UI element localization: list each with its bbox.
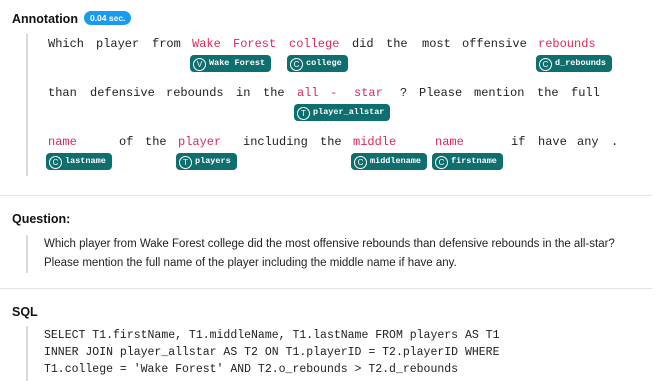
sql-line-2: INNER JOIN player_allstar AS T2 ON T1.pl… [44, 346, 500, 359]
token-entity: - [330, 86, 338, 100]
token: . [611, 135, 619, 149]
token-entity: Wake [192, 37, 221, 51]
schema-chip-column[interactable]: Cd_rebounds [536, 55, 613, 72]
schema-chip-column[interactable]: Clastname [46, 153, 112, 170]
question-title: Question: [12, 212, 71, 226]
chip-label: d_rebounds [555, 58, 607, 68]
question-quote-bar [26, 235, 28, 273]
token: mention [474, 86, 525, 100]
token-entity: player [178, 135, 222, 149]
annotation-heading: Annotation [12, 12, 78, 26]
token: in [236, 86, 251, 100]
chip-label: player_allstar [313, 107, 385, 117]
schema-chip-column[interactable]: Cmiddlename [351, 153, 428, 170]
chip-label: firstname [451, 156, 497, 166]
token: Please [419, 86, 463, 100]
column-icon: C [354, 156, 367, 169]
annotation-title: Annotation 0.04 sec. [12, 11, 132, 26]
annotation-line-3: name of the player including the middle … [0, 135, 660, 151]
token-entity: star [354, 86, 383, 100]
annotation-line-2: than defensive rebounds in the all - sta… [0, 86, 660, 102]
annotation-quote-bar [26, 34, 28, 176]
token-entity: Forest [233, 37, 277, 51]
token: from [152, 37, 181, 51]
sql-line-3: T1.college = 'Wake Forest' AND T2.o_rebo… [44, 363, 459, 376]
token: Which [48, 37, 85, 51]
sql-line-1: SELECT T1.firstName, T1.middleName, T1.l… [44, 329, 500, 342]
column-icon: C [49, 156, 62, 169]
token: the [263, 86, 285, 100]
token-entity: rebounds [538, 37, 596, 51]
token: have [538, 135, 567, 149]
token: of [119, 135, 134, 149]
token-entity: name [435, 135, 464, 149]
token: if [511, 135, 526, 149]
annotation-line-1: Which player from Wake Forest college di… [0, 37, 660, 53]
question-line-2: Please mention the full name of the play… [44, 257, 457, 269]
token: offensive [462, 37, 527, 51]
token: defensive [90, 86, 155, 100]
token: any [577, 135, 599, 149]
token-entity: name [48, 135, 77, 149]
schema-chip-table[interactable]: Tplayer_allstar [294, 104, 391, 121]
token: the [386, 37, 408, 51]
token-entity: college [289, 37, 340, 51]
column-icon: C [435, 156, 448, 169]
sql-title: SQL [12, 305, 38, 319]
schema-chip-table[interactable]: Tplayers [176, 153, 237, 170]
token: including [243, 135, 308, 149]
chip-label: players [195, 156, 231, 166]
chip-label: college [306, 58, 342, 68]
token: the [145, 135, 167, 149]
token: the [537, 86, 559, 100]
sql-quote-bar [26, 326, 28, 381]
schema-chip-value[interactable]: V Wake Forest [190, 55, 272, 72]
section-divider [0, 195, 652, 196]
token: rebounds [166, 86, 224, 100]
token: the [320, 135, 342, 149]
column-icon: C [290, 58, 303, 71]
question-line-1: Which player from Wake Forest college di… [44, 238, 615, 250]
schema-chip-column[interactable]: Cfirstname [432, 153, 503, 170]
chip-label: Wake Forest [209, 58, 266, 68]
token: most [422, 37, 451, 51]
chip-label: middlename [370, 156, 422, 166]
token: ? [400, 86, 408, 100]
section-divider [0, 288, 652, 289]
value-icon: V [193, 58, 206, 71]
column-icon: C [539, 58, 552, 71]
token-entity: all [297, 86, 319, 100]
token: did [352, 37, 374, 51]
token: than [48, 86, 77, 100]
token: full [571, 86, 600, 100]
timing-badge: 0.04 sec. [83, 11, 132, 25]
table-icon: T [297, 107, 310, 120]
token-entity: middle [353, 135, 397, 149]
table-icon: T [179, 156, 192, 169]
chip-label: lastname [65, 156, 106, 166]
token: player [96, 37, 140, 51]
schema-chip-column[interactable]: Ccollege [287, 55, 348, 72]
